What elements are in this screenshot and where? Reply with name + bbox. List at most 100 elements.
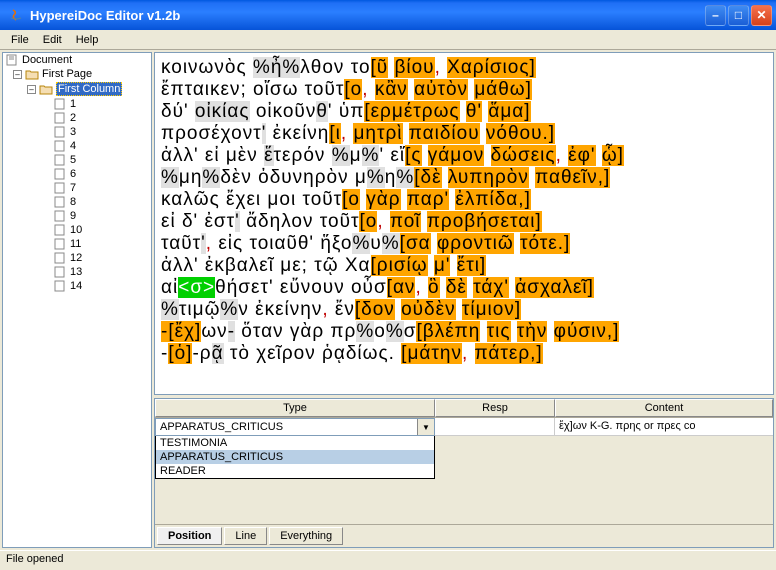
- combobox-option[interactable]: READER: [156, 464, 434, 478]
- tree-root-label: Document: [22, 54, 72, 66]
- tree-line-label: 5: [70, 154, 76, 166]
- text-line[interactable]: %μη%δὲν ὀδυνηρὸν μ%η%[δὲ λυπηρὸν παθεῖν,…: [161, 167, 767, 189]
- document-icon: [53, 266, 67, 278]
- text-line[interactable]: %τιμῷ%ν ἐκείνην, ἔν[δον οὐδὲν τίμιον]: [161, 299, 767, 321]
- combobox-option[interactable]: TESTIMONIA: [156, 436, 434, 450]
- tree-line-item[interactable]: 13: [3, 265, 151, 279]
- type-combobox[interactable]: APPARATUS_CRITICUS ▼: [155, 418, 435, 436]
- text-editor[interactable]: κοινωνὸς %ἦ%λθον το[ῦ βίου, Χαρίσιος]ἔπτ…: [154, 52, 774, 395]
- document-icon: [53, 98, 67, 110]
- apparatus-panel: Type Resp Content APPARATUS_CRITICUS ▼ ἔ…: [154, 398, 774, 548]
- tree-line-item[interactable]: 7: [3, 181, 151, 195]
- tree-line-item[interactable]: 6: [3, 167, 151, 181]
- tree-page[interactable]: – First Page: [3, 67, 151, 81]
- col-resp[interactable]: Resp: [435, 399, 555, 417]
- titlebar: HypereiDoc Editor v1.2b – □ ✕: [0, 0, 776, 30]
- chevron-down-icon[interactable]: ▼: [417, 419, 434, 435]
- bottom-tabs: Position Line Everything: [155, 524, 773, 547]
- maximize-button[interactable]: □: [728, 5, 749, 26]
- tree-line-item[interactable]: 8: [3, 195, 151, 209]
- menu-help[interactable]: Help: [69, 32, 106, 48]
- text-line[interactable]: καλῶς ἔχει μοι τοῦτ[ο γὰρ παρ' ἐλπίδα,]: [161, 189, 767, 211]
- tree-page-label: First Page: [42, 68, 92, 80]
- tree-toggle-icon[interactable]: –: [13, 70, 22, 79]
- text-line[interactable]: δύ' οἰκίας οἰκοῦνθ' ὑπ[ερμέτρως θ' ἅμα]: [161, 101, 767, 123]
- tree-line-item[interactable]: 9: [3, 209, 151, 223]
- text-line[interactable]: ἔπταικεν; οἴσω τοῦτ[ο, κἂν αὐτὸν μάθω]: [161, 79, 767, 101]
- document-icon: [53, 252, 67, 264]
- col-type[interactable]: Type: [155, 399, 435, 417]
- tree-line-label: 10: [70, 224, 82, 236]
- combobox-option[interactable]: APPARATUS_CRITICUS: [156, 450, 434, 464]
- tree-line-item[interactable]: 1: [3, 97, 151, 111]
- text-line[interactable]: εἰ δ' ἐστ' ἄδηλον τοῦτ[ο, ποῖ προβήσεται…: [161, 211, 767, 233]
- tree-line-item[interactable]: 11: [3, 237, 151, 251]
- tree-line-label: 4: [70, 140, 76, 152]
- tab-position[interactable]: Position: [157, 527, 222, 545]
- text-line[interactable]: -[ἔχ]ων- ὅταν γὰρ πρ%ο%σ[βλέπη τις τὴν φ…: [161, 321, 767, 343]
- tree-line-item[interactable]: 2: [3, 111, 151, 125]
- menubar: File Edit Help: [0, 30, 776, 50]
- folder-icon: [25, 68, 39, 80]
- document-icon: [53, 238, 67, 250]
- tree-line-label: 6: [70, 168, 76, 180]
- document-icon: [53, 224, 67, 236]
- tree-line-item[interactable]: 5: [3, 153, 151, 167]
- tree-line-item[interactable]: 4: [3, 139, 151, 153]
- tab-everything[interactable]: Everything: [269, 527, 343, 545]
- tree-column-label: First Column: [56, 82, 122, 96]
- document-icon: [53, 140, 67, 152]
- java-icon: [8, 7, 24, 23]
- document-icon: [53, 112, 67, 124]
- statusbar: File opened: [0, 550, 776, 570]
- tree-line-label: 8: [70, 196, 76, 208]
- text-line[interactable]: κοινωνὸς %ἦ%λθον το[ῦ βίου, Χαρίσιος]: [161, 57, 767, 79]
- document-icon: [53, 210, 67, 222]
- tree-panel[interactable]: Document – First Page – First Column 123…: [2, 52, 152, 548]
- minimize-button[interactable]: –: [705, 5, 726, 26]
- tree-line-item[interactable]: 12: [3, 251, 151, 265]
- tree-line-label: 9: [70, 210, 76, 222]
- menu-edit[interactable]: Edit: [36, 32, 69, 48]
- window-title: HypereiDoc Editor v1.2b: [28, 8, 705, 23]
- tree-line-label: 13: [70, 266, 82, 278]
- tree-line-label: 7: [70, 182, 76, 194]
- combobox-dropdown: TESTIMONIAAPPARATUS_CRITICUSREADER: [155, 436, 435, 479]
- table-header: Type Resp Content: [155, 399, 773, 418]
- status-text: File opened: [6, 553, 64, 565]
- tree-line-label: 12: [70, 252, 82, 264]
- tree-line-label: 1: [70, 98, 76, 110]
- text-line[interactable]: προσέχοντ' ἐκείνη[ι, μητρὶ παιδίου νόθου…: [161, 123, 767, 145]
- text-line[interactable]: αἰ<σ>θήσετ' εὔνουν οὖσ[αν, ὃ δὲ τάχ' ἀσχ…: [161, 277, 767, 299]
- tree-root[interactable]: Document: [3, 53, 151, 67]
- tree-line-label: 11: [70, 238, 81, 250]
- document-icon: [53, 168, 67, 180]
- text-line[interactable]: ἀλλ' εἰ μὲν ἕτερόν %μ%' εἴ[ς γάμον δώσει…: [161, 145, 767, 167]
- window-buttons: – □ ✕: [705, 5, 772, 26]
- close-button[interactable]: ✕: [751, 5, 772, 26]
- document-icon: [5, 54, 19, 66]
- tree-line-item[interactable]: 3: [3, 125, 151, 139]
- combobox-value: APPARATUS_CRITICUS: [156, 419, 417, 435]
- tree-column[interactable]: – First Column: [3, 81, 151, 97]
- document-icon: [53, 196, 67, 208]
- document-icon: [53, 182, 67, 194]
- tree-toggle-icon[interactable]: –: [27, 85, 36, 94]
- tree-line-label: 14: [70, 280, 82, 292]
- text-line[interactable]: -[ὁ]-ρᾷ τὸ χεῖρον ῥᾳδίως. [μάτην, πάτερ,…: [161, 343, 767, 365]
- text-line[interactable]: ἀλλ' ἐκβαλεῖ με; τῷ Χα[ρισίῳ μ' ἔτι]: [161, 255, 767, 277]
- document-icon: [53, 280, 67, 292]
- menu-file[interactable]: File: [4, 32, 36, 48]
- col-content[interactable]: Content: [555, 399, 773, 417]
- document-icon: [53, 126, 67, 138]
- tree-line-item[interactable]: 10: [3, 223, 151, 237]
- tab-line[interactable]: Line: [224, 527, 267, 545]
- tree-line-item[interactable]: 14: [3, 279, 151, 293]
- tree-line-label: 2: [70, 112, 76, 124]
- tree-line-label: 3: [70, 126, 76, 138]
- folder-icon: [39, 83, 53, 95]
- text-line[interactable]: ταῦτ', εἰς τοιαῦθ' ἥξο%υ%[σα φροντιῶ τότ…: [161, 233, 767, 255]
- document-icon: [53, 154, 67, 166]
- resp-cell[interactable]: [435, 418, 555, 436]
- content-cell[interactable]: ἔχ]ων K-G. πρης or πρες co: [555, 418, 773, 436]
